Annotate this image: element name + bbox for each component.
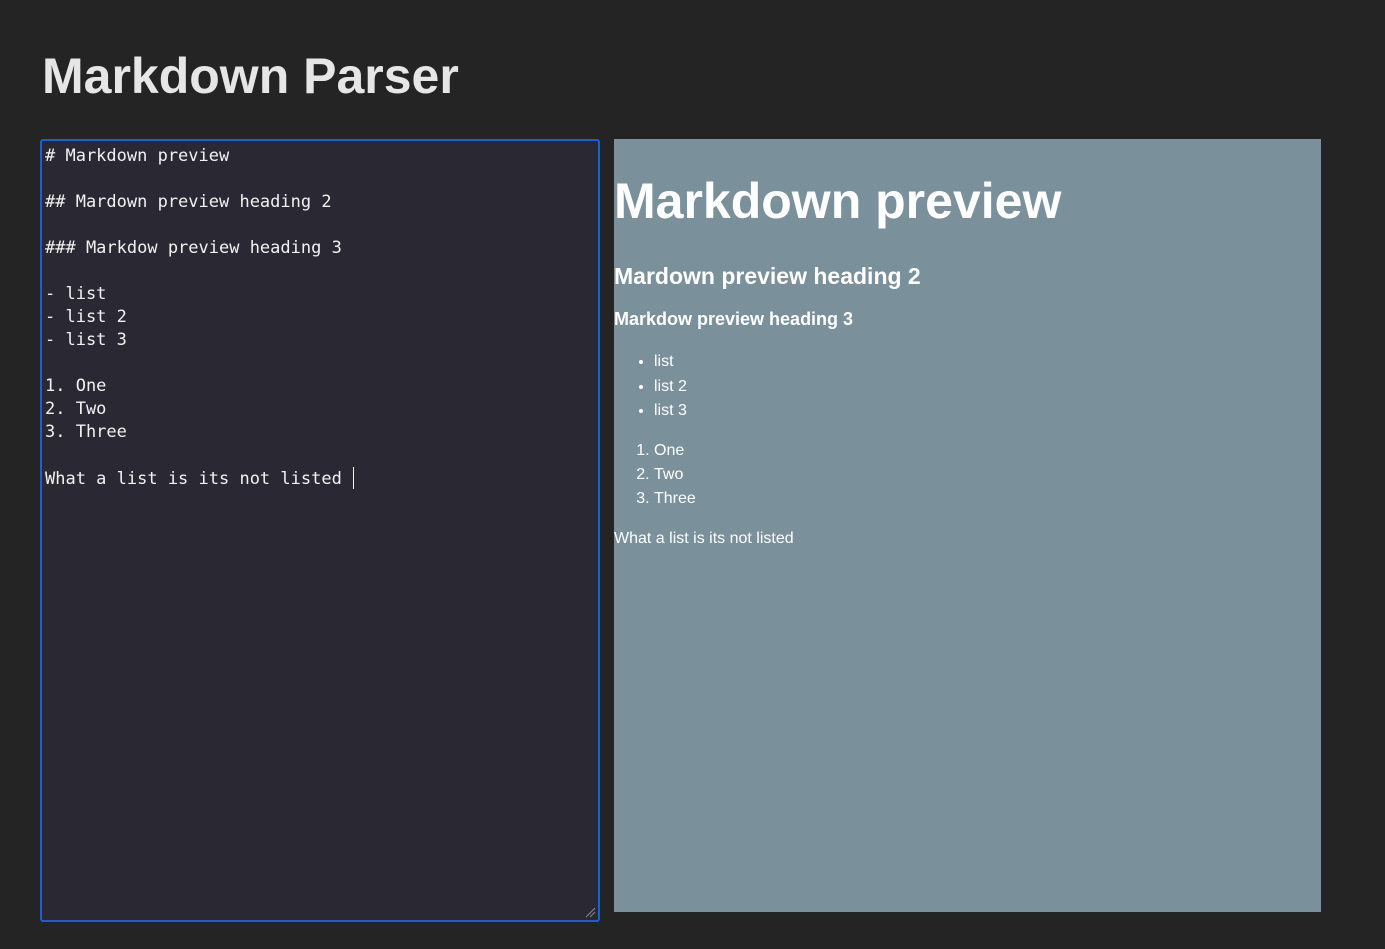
bullet-list-item: list xyxy=(654,350,687,375)
editor-line: 3. Three xyxy=(45,422,127,442)
numbered-list-item: Three xyxy=(654,487,696,511)
preview-heading-1: Markdown preview xyxy=(614,173,1062,229)
editor-line: - list 3 xyxy=(45,330,127,350)
editor-line: # Markdown preview xyxy=(45,146,230,166)
text-caret xyxy=(352,467,354,489)
editor-line: - list xyxy=(45,284,107,304)
bullet-list-item: list 3 xyxy=(654,399,687,424)
markdown-preview: Markdown preview Mardown preview heading… xyxy=(614,139,1321,912)
preview-heading-2: Mardown preview heading 2 xyxy=(614,263,921,289)
numbered-list-item: One xyxy=(654,439,696,463)
numbered-list-item: Two xyxy=(654,463,696,487)
editor-line: 1. One xyxy=(45,376,107,396)
markdown-editor-text[interactable]: # Markdown preview ## Mardown preview he… xyxy=(45,145,354,491)
markdown-editor[interactable]: # Markdown preview ## Mardown preview he… xyxy=(40,139,600,922)
editor-line: ## Mardown preview heading 2 xyxy=(45,192,332,212)
editor-line: What a list is its not listed xyxy=(45,469,342,489)
preview-paragraph: What a list is its not listed xyxy=(614,530,794,547)
preview-numbered-list: One Two Three xyxy=(614,439,696,511)
preview-heading-3: Markdow preview heading 3 xyxy=(614,309,854,329)
editor-line: ### Markdow preview heading 3 xyxy=(45,238,342,258)
resize-grip-icon[interactable] xyxy=(584,906,596,918)
page-title: Markdown Parser xyxy=(42,48,459,104)
preview-bullet-list: list list 2 list 3 xyxy=(614,350,687,424)
editor-line: - list 2 xyxy=(45,307,127,327)
editor-line: 2. Two xyxy=(45,399,107,419)
bullet-list-item: list 2 xyxy=(654,375,687,400)
